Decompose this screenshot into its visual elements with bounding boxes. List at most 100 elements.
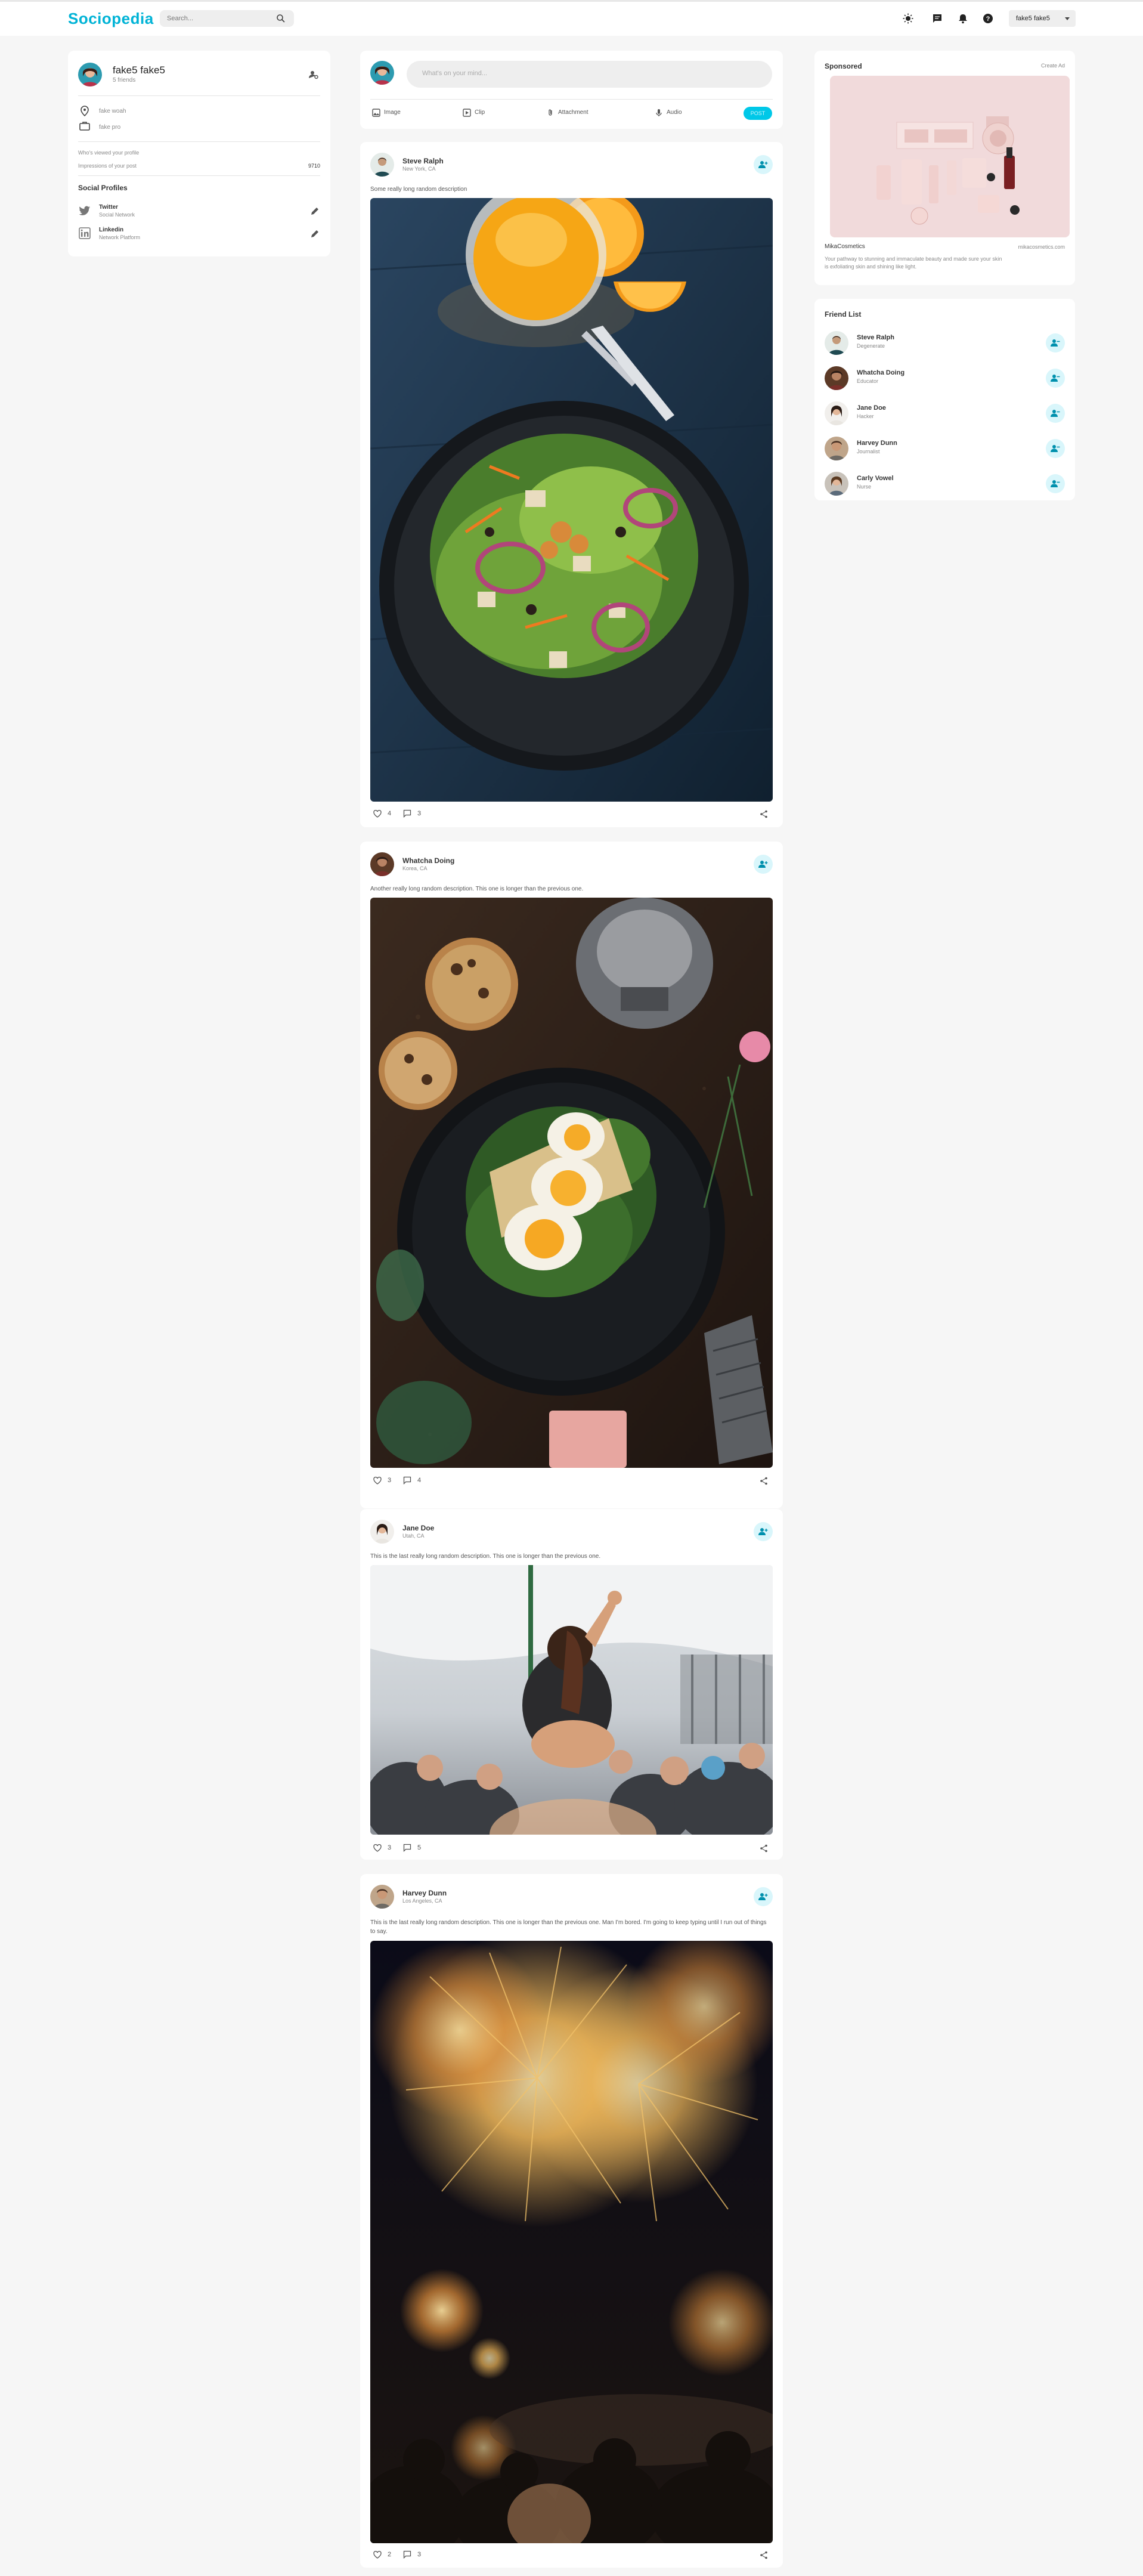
add-friend-button[interactable] [754, 1522, 773, 1541]
share-icon[interactable] [760, 2551, 768, 2559]
post-input[interactable]: What's on your mind... [407, 61, 772, 88]
profile-occupation: fake pro [99, 124, 121, 131]
messages-icon[interactable] [932, 13, 943, 24]
sponsored-brand[interactable]: MikaCosmetics [825, 243, 865, 250]
post-button-label: POST [750, 110, 766, 116]
post-image-salad[interactable] [370, 198, 773, 802]
post-button[interactable]: POST [744, 107, 772, 120]
avatar[interactable] [825, 472, 848, 496]
avatar[interactable] [370, 1885, 394, 1909]
edit-icon[interactable] [311, 207, 319, 215]
profile-impressions-label: Impressions of your post [78, 163, 137, 169]
post-description: Another really long random description. … [370, 886, 584, 892]
divider [370, 99, 773, 100]
friend-name[interactable]: Steve Ralph [857, 334, 894, 341]
like-icon[interactable] [373, 1477, 382, 1485]
linkedin-icon [79, 227, 91, 239]
remove-friend-button[interactable] [1046, 333, 1065, 352]
add-friend-button[interactable] [754, 855, 773, 874]
profile-name[interactable]: fake5 fake5 [113, 64, 165, 76]
comment-icon[interactable] [403, 1844, 411, 1852]
like-icon[interactable] [373, 2551, 382, 2559]
help-icon[interactable]: ? [983, 13, 993, 24]
profile-impressions-value: 9710 [308, 163, 320, 169]
comment-icon[interactable] [403, 2550, 411, 2559]
comment-count: 3 [417, 2551, 422, 2558]
avatar[interactable] [825, 437, 848, 460]
app-logo[interactable]: Sociopedia [68, 10, 154, 28]
clip-icon [463, 109, 471, 117]
profile-friends-count: 5 friends [113, 77, 136, 84]
post-image-concert[interactable] [370, 1565, 773, 1835]
post-card: Steve Ralph New York, CA Some really lon… [360, 142, 783, 827]
twitter-icon [79, 206, 90, 215]
social-profiles-title: Social Profiles [78, 184, 128, 192]
post-image-eggs[interactable] [370, 898, 773, 1468]
sponsored-card: Sponsored Create Ad MikaCosmetics mikaco… [814, 51, 1075, 285]
post-author[interactable]: Harvey Dunn [402, 1889, 447, 1897]
add-audio-label: Audio [667, 109, 682, 116]
remove-friend-button[interactable] [1046, 404, 1065, 423]
friend-name[interactable]: Carly Vowel [857, 475, 894, 482]
like-count: 4 [388, 810, 392, 817]
search-input[interactable] [167, 13, 268, 24]
add-clip-label: Clip [475, 109, 485, 116]
like-icon[interactable] [373, 1844, 382, 1852]
post-author[interactable]: Jane Doe [402, 1524, 434, 1532]
add-friend-icon [758, 1893, 768, 1900]
user-menu-name: fake5 fake5 [1016, 15, 1050, 22]
avatar[interactable] [370, 61, 394, 85]
remove-friend-icon [1051, 410, 1060, 417]
avatar[interactable] [78, 63, 102, 86]
profile-viewed-label: Who's viewed your profile [78, 150, 140, 156]
manage-account-icon[interactable] [309, 70, 318, 79]
search-bar [160, 10, 294, 27]
edit-icon[interactable] [311, 230, 319, 238]
remove-friend-icon [1051, 375, 1060, 382]
remove-friend-button[interactable] [1046, 474, 1065, 493]
add-friend-icon [758, 1528, 768, 1535]
post-location: Los Angeles, CA [402, 1898, 442, 1904]
post-author[interactable]: Whatcha Doing [402, 856, 454, 865]
notifications-icon[interactable] [958, 13, 968, 24]
comment-count: 5 [417, 1844, 422, 1851]
friend-role: Educator [857, 378, 879, 384]
avatar[interactable] [825, 331, 848, 355]
friend-name[interactable]: Jane Doe [857, 404, 886, 412]
like-icon[interactable] [373, 810, 382, 818]
add-friend-button[interactable] [754, 1887, 773, 1906]
social-twitter-name[interactable]: Twitter [99, 204, 118, 211]
post-author[interactable]: Steve Ralph [402, 157, 444, 165]
comment-icon[interactable] [403, 809, 411, 818]
remove-friend-icon [1051, 445, 1060, 452]
share-icon[interactable] [760, 1844, 768, 1853]
top-navbar: Sociopedia ? fake5 fake5 [0, 0, 1143, 36]
friend-name[interactable]: Harvey Dunn [857, 440, 897, 447]
avatar[interactable] [370, 852, 394, 876]
comment-icon[interactable] [403, 1476, 411, 1485]
avatar[interactable] [825, 366, 848, 390]
share-icon[interactable] [760, 810, 768, 818]
search-icon[interactable] [276, 14, 286, 23]
friend-name[interactable]: Whatcha Doing [857, 369, 905, 376]
add-friend-icon [758, 861, 768, 868]
user-menu-select[interactable]: fake5 fake5 [1009, 10, 1076, 27]
social-linkedin-name[interactable]: Linkedin [99, 227, 123, 233]
like-count: 3 [388, 1844, 392, 1851]
share-icon[interactable] [760, 1477, 768, 1485]
remove-friend-icon [1051, 480, 1060, 487]
remove-friend-icon [1051, 339, 1060, 347]
add-friend-button[interactable] [754, 155, 773, 174]
remove-friend-button[interactable] [1046, 439, 1065, 458]
sponsored-site[interactable]: mikacosmetics.com [1018, 244, 1065, 250]
remove-friend-button[interactable] [1046, 369, 1065, 388]
like-count: 3 [388, 1477, 392, 1484]
avatar[interactable] [370, 1520, 394, 1544]
sponsored-image[interactable] [830, 76, 1070, 237]
create-ad-link[interactable]: Create Ad [1041, 63, 1065, 69]
dark-mode-icon[interactable] [903, 13, 913, 24]
post-image-fireworks[interactable] [370, 1941, 773, 2543]
avatar[interactable] [825, 401, 848, 425]
avatar[interactable] [370, 153, 394, 177]
divider [78, 141, 320, 142]
